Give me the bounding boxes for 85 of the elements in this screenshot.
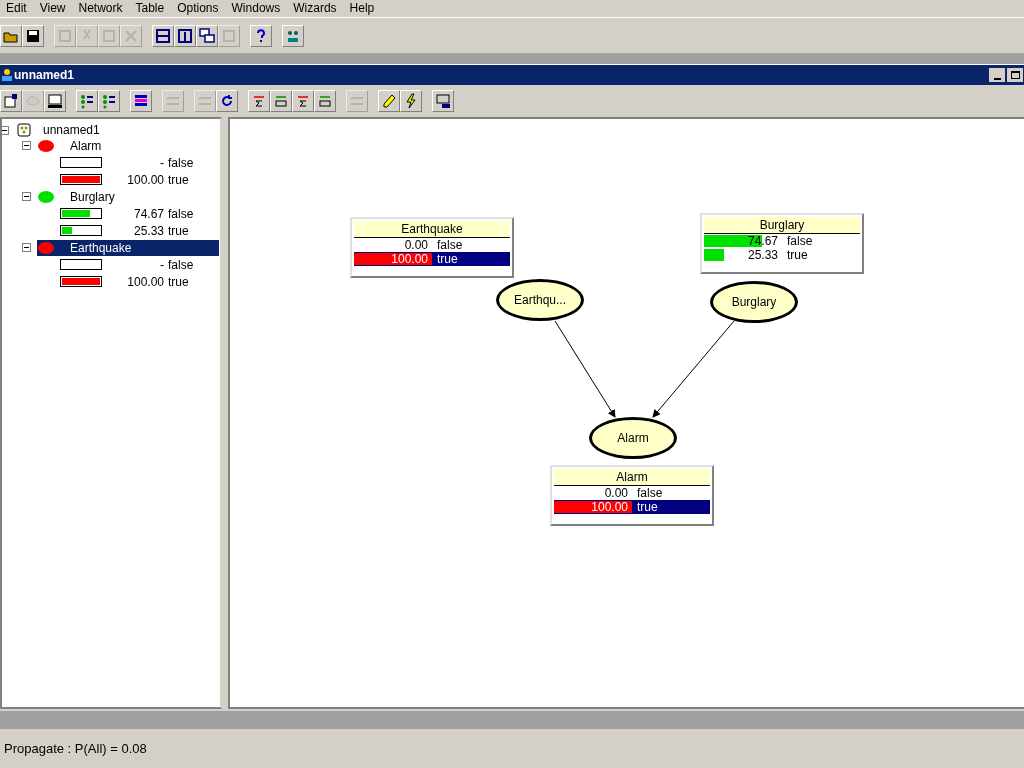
state-label[interactable]: false	[782, 234, 860, 248]
state-label: false	[168, 256, 194, 274]
maximize-button[interactable]	[1007, 68, 1023, 82]
bars-icon	[133, 93, 149, 109]
toolbar-button[interactable]	[174, 24, 196, 47]
node-ellipse[interactable]: Alarm	[589, 417, 677, 459]
probability-value: 74.67	[132, 205, 164, 223]
tile-vertical-icon	[177, 27, 193, 44]
node-label: Alarm	[70, 137, 102, 155]
tree-root-label[interactable]: unnamed1	[43, 121, 100, 139]
collapse-icon[interactable]	[0, 125, 9, 135]
collapse-icon[interactable]	[22, 141, 31, 150]
probability-cell[interactable]: 100.00	[354, 252, 432, 266]
menu-item[interactable]: Windows	[231, 0, 281, 17]
node-list-icon	[79, 93, 95, 109]
probability-value: 100.00	[126, 171, 164, 189]
state-label[interactable]: false	[632, 486, 710, 500]
node-ellipse[interactable]: Burglary	[710, 281, 798, 323]
pencil-icon	[381, 93, 397, 109]
grid-icon	[435, 93, 451, 109]
probability-cell[interactable]: 100.00	[554, 500, 632, 514]
menu-item[interactable]: Help	[349, 0, 375, 17]
monitor-title: Alarm	[554, 469, 710, 486]
toolbar-button[interactable]	[196, 24, 218, 47]
toolbar-button[interactable]	[216, 90, 238, 112]
probability-bar	[60, 157, 102, 168]
save-icon	[25, 27, 41, 44]
state-label: true	[168, 273, 189, 291]
tree-node[interactable]: Earthquake	[37, 239, 219, 256]
state-label[interactable]: true	[632, 500, 710, 514]
state-label[interactable]: false	[432, 238, 510, 252]
toolbar-button[interactable]	[0, 24, 22, 47]
menu-item[interactable]: Edit	[6, 0, 27, 17]
tree-node[interactable]: Burglary	[37, 188, 219, 205]
toolbar-button[interactable]	[432, 90, 454, 112]
delete-icon	[123, 27, 139, 44]
menu-item[interactable]: Options	[177, 0, 219, 17]
menu-item[interactable]: Wizards	[293, 0, 337, 17]
collapse-icon[interactable]	[22, 192, 31, 201]
node-label: Burglary	[70, 188, 115, 206]
collapse-icon[interactable]	[22, 243, 31, 252]
toolbar-button[interactable]	[250, 24, 272, 47]
status-text: Propagate : P(All) = 0.08	[4, 739, 147, 758]
cascade-icon	[199, 27, 215, 44]
refresh-icon	[219, 93, 235, 109]
network-icon	[17, 123, 31, 137]
cloud-icon	[25, 93, 41, 109]
probability-value: 25.33	[132, 222, 164, 240]
monitor-icon	[47, 93, 63, 109]
node-ellipse[interactable]: Earthqu...	[496, 279, 584, 321]
sum-icon	[251, 93, 267, 109]
properties-icon	[3, 93, 19, 109]
state-label: true	[168, 222, 189, 240]
state-label: false	[168, 205, 194, 223]
toolbar-button[interactable]	[22, 24, 44, 47]
state-label[interactable]: true	[782, 248, 860, 262]
menu-item[interactable]: Network	[78, 0, 123, 17]
probability-value: -	[159, 256, 164, 274]
toolbar-button[interactable]	[0, 90, 22, 112]
toolbar-button[interactable]	[76, 90, 98, 112]
tile-horizontal-icon	[155, 27, 171, 44]
monitor-title: Earthquake	[354, 221, 510, 238]
toolbar-button[interactable]	[44, 90, 66, 112]
state-label: false	[168, 154, 194, 172]
toolbar-button[interactable]	[98, 90, 120, 112]
window-title: unnamed1	[14, 67, 74, 84]
probability-value: -	[159, 154, 164, 172]
toolbar-button[interactable]	[152, 24, 174, 47]
menu-item[interactable]: View	[39, 0, 66, 17]
tree-node[interactable]: Alarm	[37, 137, 219, 154]
state-label: true	[168, 171, 189, 189]
probability-value: 100.00	[126, 273, 164, 291]
toolbar-button[interactable]	[400, 90, 422, 112]
menu-item[interactable]: Table	[135, 0, 165, 17]
minimize-button[interactable]	[989, 68, 1005, 82]
state-label[interactable]: true	[432, 252, 510, 266]
lightning-icon	[403, 93, 419, 109]
sum-icon	[295, 93, 311, 109]
network-icon	[1, 68, 13, 82]
node-label: Earthquake	[70, 239, 132, 257]
node-grid-icon	[101, 93, 117, 109]
monitor-title: Burglary	[704, 217, 860, 234]
probability-bar	[60, 259, 102, 270]
toolbar-button[interactable]	[378, 90, 400, 112]
toolbar-button[interactable]	[130, 90, 152, 112]
